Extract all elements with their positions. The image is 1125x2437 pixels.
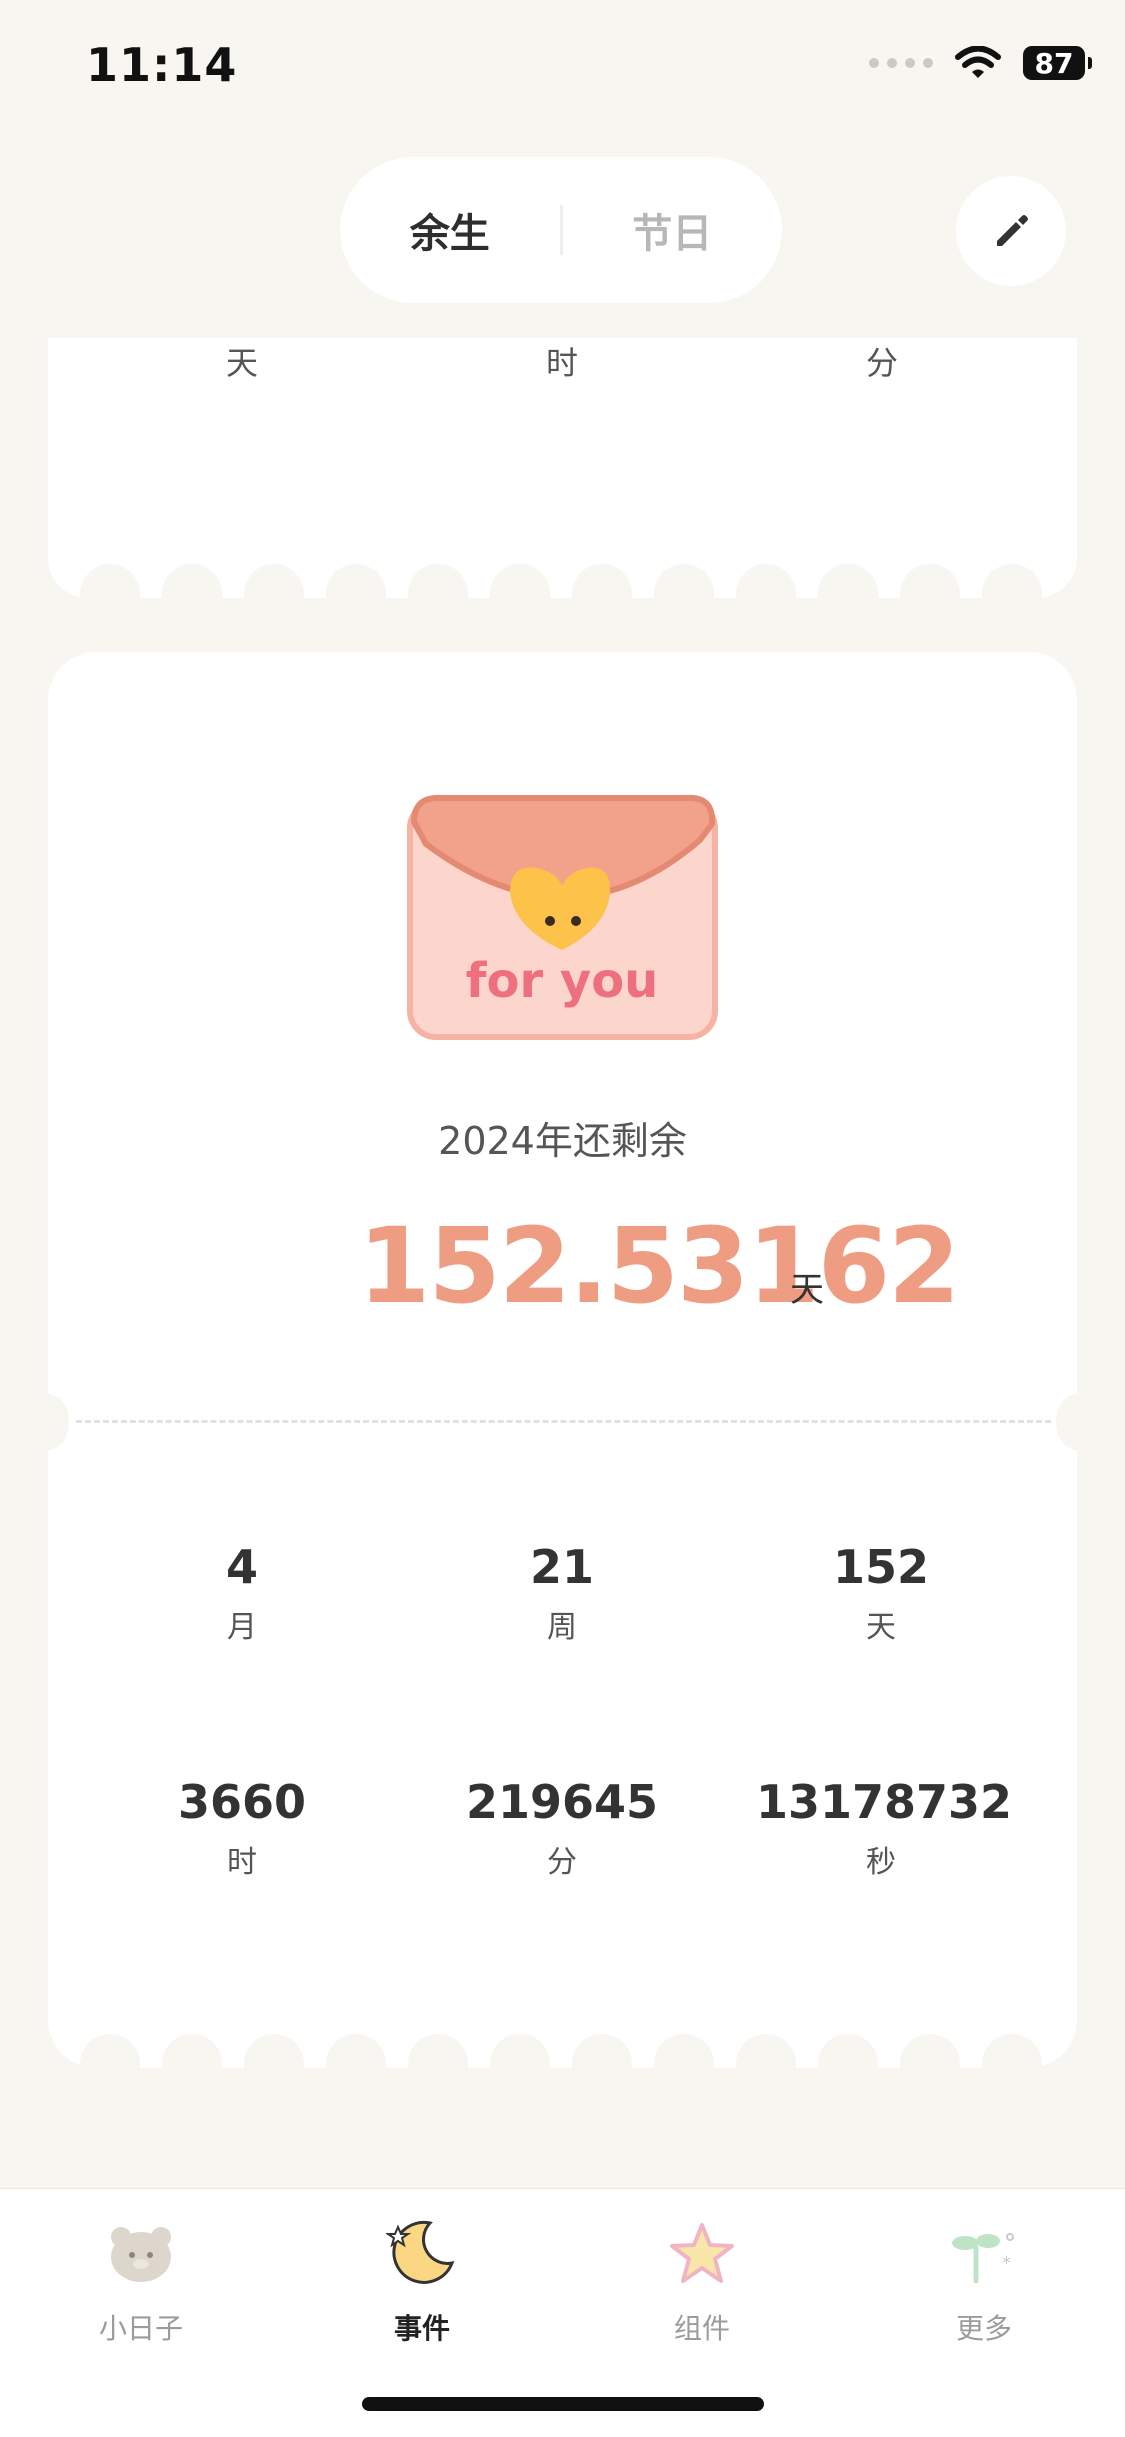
scallop-edge — [48, 2034, 1077, 2068]
star-icon — [670, 2223, 734, 2283]
edit-button[interactable] — [956, 176, 1066, 286]
tab-label: 更多 — [955, 2312, 1012, 2345]
stat-weeks: 21 周 — [437, 1540, 687, 1646]
stat-label: 秒 — [866, 1845, 896, 1880]
unit-day-label: 天 — [225, 344, 258, 382]
remaining-title: 2024年还剩余 — [438, 1119, 687, 1163]
sprout-icon: * — [952, 2233, 1014, 2284]
countdown-card-top: 天 时 分 — [48, 338, 1077, 598]
stat-label: 周 — [547, 1610, 577, 1645]
home-indicator — [362, 2397, 764, 2411]
stat-value: 3660 — [177, 1775, 307, 1829]
tab-label: 组件 — [673, 2312, 730, 2345]
stat-label: 天 — [866, 1610, 896, 1645]
tab-shijian[interactable]: 事件 — [322, 2217, 522, 2347]
bear-icon — [111, 2227, 171, 2282]
stat-label: 时 — [227, 1845, 257, 1880]
unit-minute-label: 分 — [865, 344, 898, 382]
unit-hour-label: 时 — [545, 344, 578, 382]
tab-jieri[interactable]: 节日 — [563, 201, 783, 259]
status-time: 11:14 — [86, 38, 238, 92]
status-icons: 87 — [869, 46, 1092, 80]
stat-hours: 3660 时 — [117, 1775, 367, 1881]
pencil-icon — [997, 215, 1028, 246]
envelope-illustration: for you — [407, 794, 718, 1040]
ticket-notch-right — [1056, 1394, 1098, 1450]
stat-minutes: 219645 分 — [437, 1775, 687, 1881]
scallop-edge — [48, 564, 1077, 598]
tab-gengduo[interactable]: * 更多 — [884, 2217, 1084, 2347]
tab-label: 事件 — [393, 2312, 450, 2345]
stat-value: 21 — [529, 1540, 594, 1594]
stat-label: 月 — [227, 1610, 257, 1645]
ticket-notch-left — [27, 1394, 69, 1450]
battery-icon: 87 — [1023, 46, 1092, 80]
tab-zujian[interactable]: 组件 — [602, 2217, 802, 2347]
stat-value: 13178732 — [756, 1775, 1013, 1829]
tab-xiaorizi[interactable]: 小日子 — [41, 2217, 241, 2347]
remaining-days-unit: 天 — [790, 1270, 824, 1310]
tab-yusheng[interactable]: 余生 — [340, 201, 560, 259]
stat-value: 4 — [225, 1540, 258, 1594]
stat-days: 152 天 — [756, 1540, 1006, 1646]
remaining-days-value: 152.53162 — [358, 1205, 960, 1327]
svg-text:*: * — [1002, 2253, 1011, 2274]
stat-value: 219645 — [465, 1775, 659, 1829]
signal-icon — [869, 58, 933, 68]
moon-icon — [384, 2220, 455, 2284]
wifi-icon — [955, 46, 1001, 78]
tab-label: 小日子 — [98, 2312, 183, 2345]
stat-seconds: 13178732 秒 — [756, 1775, 1013, 1881]
stat-label: 分 — [547, 1845, 577, 1880]
stat-months: 4 月 — [117, 1540, 367, 1646]
envelope-text: for you — [466, 953, 659, 1009]
dashed-divider — [76, 1420, 1051, 1423]
segment-control: 余生 节日 — [340, 157, 782, 303]
stat-value: 152 — [832, 1540, 930, 1594]
